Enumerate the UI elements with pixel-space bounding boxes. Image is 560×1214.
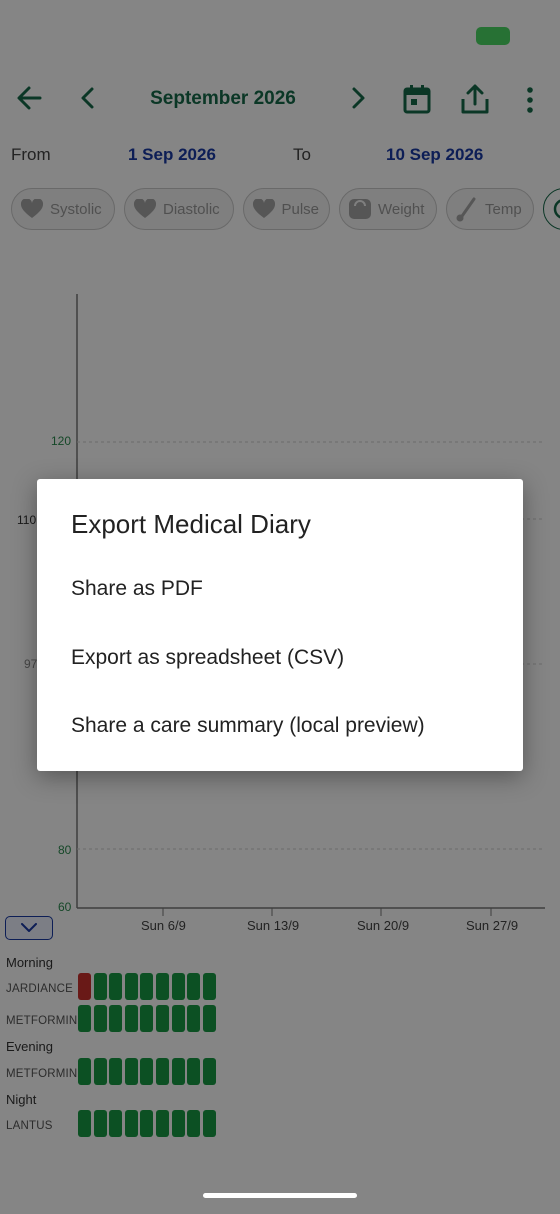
export-dialog: Export Medical Diary Share as PDF Export… bbox=[37, 479, 523, 771]
home-indicator bbox=[203, 1193, 357, 1198]
care-summary-option[interactable]: Share a care summary (local preview) bbox=[71, 714, 425, 738]
share-pdf-option[interactable]: Share as PDF bbox=[71, 577, 203, 601]
export-csv-option[interactable]: Export as spreadsheet (CSV) bbox=[71, 646, 344, 670]
dialog-title: Export Medical Diary bbox=[71, 509, 311, 539]
